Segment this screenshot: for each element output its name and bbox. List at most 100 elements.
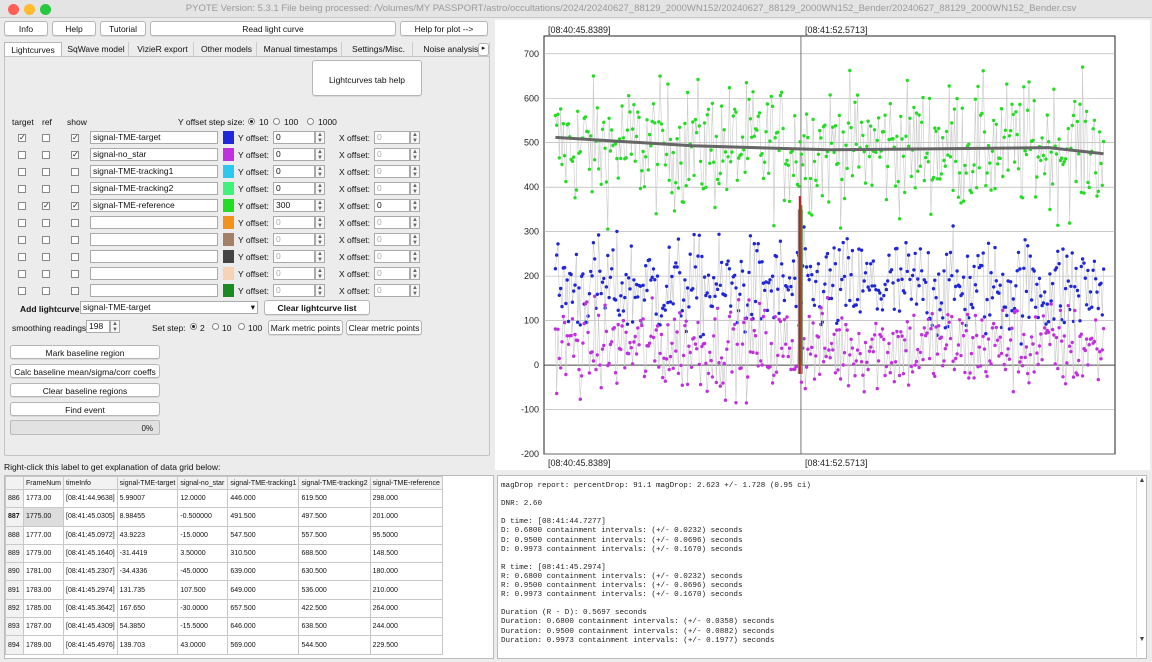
smoothing-stepper[interactable]: ▲ ▼ [110,320,120,333]
y-offset-stepper[interactable]: ▲ ▼ [315,199,325,212]
grid-cell[interactable]: 43.9223 [116,525,179,545]
grid-cell[interactable]: 201.000 [369,507,443,527]
ref-checkbox[interactable] [42,219,50,227]
plot-pane[interactable]: 700 600 500 400 300 200 100 0 -100 -200 [08:40:45.… [495,20,1150,470]
table-row[interactable]: 893 1787.00 [08:41:45.4309] 54.3850 -15.5000… [5,617,443,637]
grid-cell[interactable]: 894 [5,635,24,655]
mark-metric-points-button[interactable]: Mark metric points [268,320,343,335]
grid-column-header[interactable]: signal-no_star [177,476,229,490]
grid-cell[interactable]: 298.000 [369,488,443,509]
curve-name-field[interactable] [90,233,218,246]
curve-name-field[interactable]: signal-TME-tracking1 [90,165,218,178]
grid-cell[interactable]: 491.500 [227,507,300,527]
grid-cell[interactable]: [08:41:44.9638] [63,488,118,509]
grid-cell[interactable]: 107.500 [177,580,229,600]
ref-checkbox[interactable] [42,168,50,176]
target-checkbox[interactable] [18,270,26,278]
grid-cell[interactable]: 544.500 [298,635,371,655]
grid-cell[interactable]: 446.000 [227,488,300,509]
grid-cell[interactable]: 1779.00 [22,543,65,564]
grid-cell[interactable]: 167.650 [116,598,179,619]
grid-cell[interactable]: 1777.00 [22,525,65,545]
grid-cell[interactable]: [08:41:45.0305] [63,507,118,527]
grid-cell[interactable]: -45.0000 [177,562,229,582]
x-offset-stepper[interactable]: ▲ ▼ [410,216,420,229]
calc-baseline-button[interactable]: Calc baseline mean/sigma/corr coeffs [10,364,160,378]
grid-cell[interactable]: 497.500 [298,507,371,527]
color-swatch[interactable] [223,131,234,144]
zoom-window-button[interactable] [40,4,51,15]
report-scrollbar[interactable]: ▲ ▼ [1136,477,1146,657]
curve-name-field[interactable] [90,284,218,297]
x-offset-stepper[interactable]: ▲ ▼ [410,267,420,280]
x-offset-stepper[interactable]: ▲ ▼ [410,284,420,297]
y-offset-stepper[interactable]: ▲ ▼ [315,148,325,161]
color-swatch[interactable] [223,267,234,280]
grid-column-header[interactable]: FrameNum [22,476,65,490]
grid-cell[interactable]: -15.5000 [177,617,229,637]
ref-checkbox[interactable] [42,287,50,295]
find-event-button[interactable]: Find event [10,402,160,416]
curve-name-field[interactable]: signal-TME-target [90,131,218,144]
x-offset-input[interactable]: 0 [374,250,410,263]
show-checkbox[interactable]: ✓ [71,151,79,159]
minimize-window-button[interactable] [24,4,35,15]
color-swatch[interactable] [223,165,234,178]
grid-cell[interactable]: 887 [5,507,24,527]
event-marker-red[interactable] [798,196,801,374]
mark-baseline-region-button[interactable]: Mark baseline region [10,345,160,359]
grid-cell[interactable]: [08:41:45.2307] [63,562,118,582]
read-light-curve-button[interactable]: Read light curve [150,21,396,36]
clear-baseline-regions-button[interactable]: Clear baseline regions [10,383,160,397]
table-row[interactable]: 894 1789.00 [08:41:45.4976] 139.703 43.0000 5… [5,635,443,655]
x-offset-input[interactable]: 0 [374,182,410,195]
grid-cell[interactable]: 139.703 [116,635,179,655]
table-row[interactable]: 888 1777.00 [08:41:45.0972] 43.9223 -15.0000… [5,525,443,545]
x-offset-stepper[interactable]: ▲ ▼ [410,148,420,161]
show-checkbox[interactable] [71,253,79,261]
grid-cell[interactable]: 1785.00 [22,598,65,619]
help-for-plot-button[interactable]: Help for plot --> [400,21,488,36]
set-step-radio-10[interactable] [212,323,219,330]
y-offset-stepper[interactable]: ▲ ▼ [315,165,325,178]
grid-cell[interactable]: 886 [5,488,24,509]
grid-cell[interactable]: 310.500 [227,543,300,564]
grid-cell[interactable]: [08:41:45.4976] [63,635,118,655]
grid-cell[interactable]: [08:41:45.2974] [63,580,118,600]
y-offset-stepper[interactable]: ▲ ▼ [315,233,325,246]
grid-cell[interactable]: 557.500 [298,525,371,545]
curve-name-field[interactable]: signal-no_star [90,148,218,161]
grid-cell[interactable]: 688.500 [298,543,371,564]
grid-cell[interactable]: 54.3850 [116,617,179,637]
grid-column-header[interactable]: signal-TME-reference [369,476,443,490]
target-checkbox[interactable] [18,151,26,159]
color-swatch[interactable] [223,148,234,161]
grid-cell[interactable]: [08:41:45.0972] [63,525,118,545]
y-offset-input[interactable]: 0 [273,216,315,229]
clear-metric-points-button[interactable]: Clear metric points [346,320,422,335]
ref-checkbox[interactable] [42,185,50,193]
curve-name-field[interactable] [90,250,218,263]
x-offset-input[interactable]: 0 [374,267,410,280]
color-swatch[interactable] [223,216,234,229]
grid-cell[interactable]: 1781.00 [22,562,65,582]
y-offset-input[interactable]: 300 [273,199,315,212]
show-checkbox[interactable] [71,287,79,295]
ref-checkbox[interactable] [42,236,50,244]
grid-cell[interactable]: 8.98455 [116,507,179,527]
grid-cell[interactable]: 619.500 [298,488,371,509]
grid-column-header[interactable]: signal-TME-target [116,476,179,490]
grid-cell[interactable]: 639.000 [227,562,300,582]
grid-cell[interactable]: 536.000 [298,580,371,600]
info-button[interactable]: Info [4,21,48,36]
ref-checkbox[interactable] [42,270,50,278]
show-checkbox[interactable]: ✓ [71,134,79,142]
grid-cell[interactable]: 892 [5,598,24,619]
grid-column-header[interactable]: timeInfo [63,476,118,490]
tab-scroll-right-button[interactable]: ▸ [478,43,489,56]
set-step-radio-100[interactable] [238,323,245,330]
y-offset-stepper[interactable]: ▲ ▼ [315,131,325,144]
grid-cell[interactable]: 180.000 [369,562,443,582]
tab-0[interactable]: Lightcurves [4,42,62,57]
tutorial-button[interactable]: Tutorial [100,21,146,36]
